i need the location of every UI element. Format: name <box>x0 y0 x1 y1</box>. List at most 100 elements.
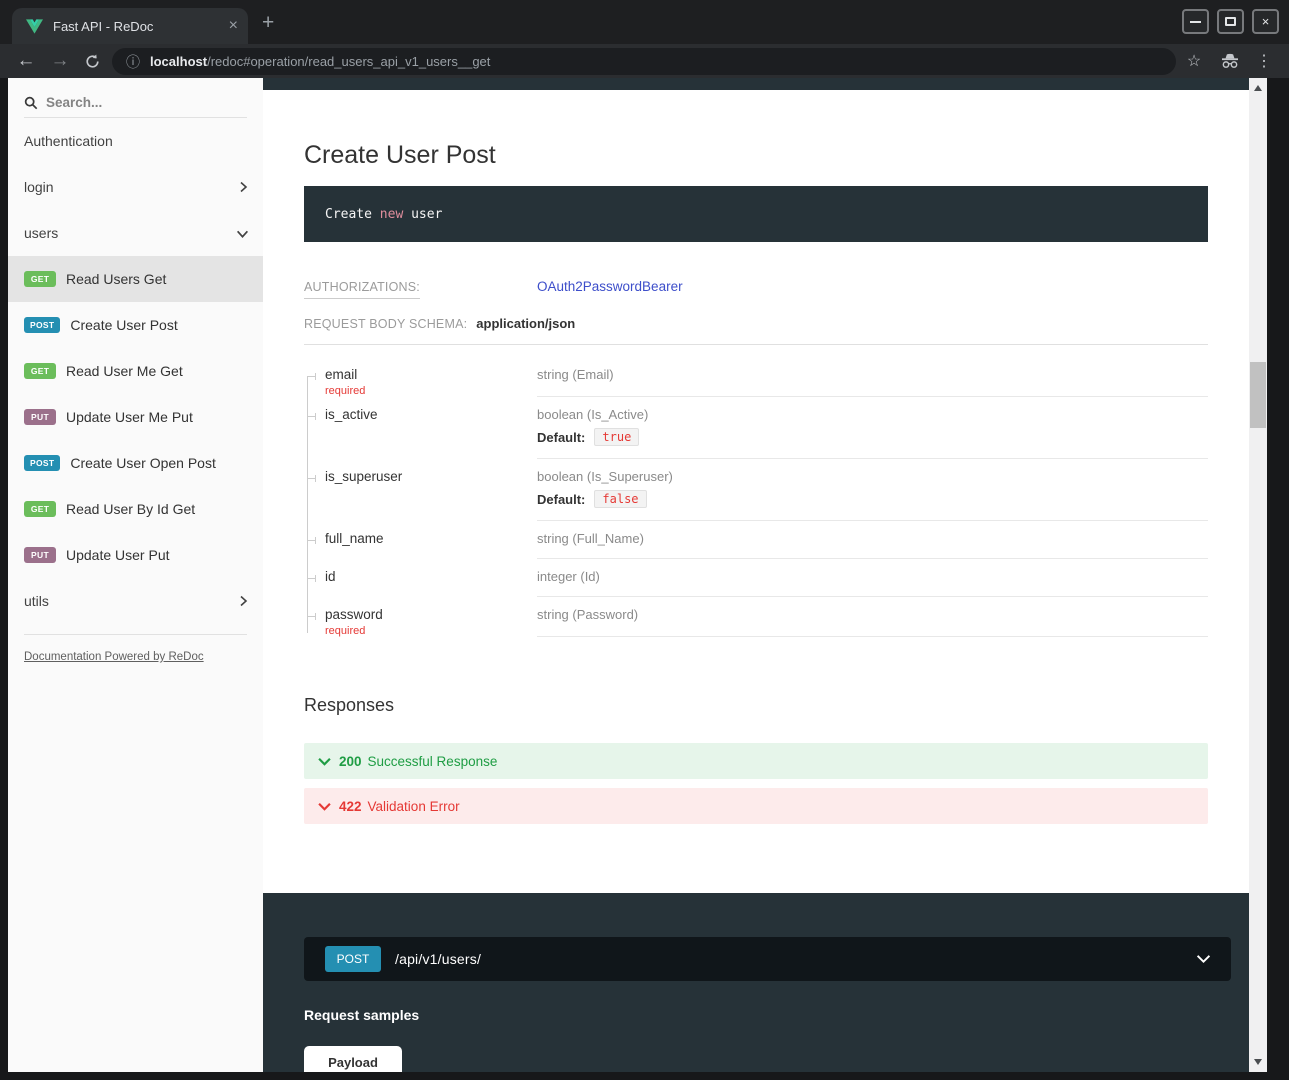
chevron-right-icon <box>237 595 249 607</box>
required-flag: required <box>325 625 537 637</box>
sidebar-item-utils[interactable]: utils <box>8 578 263 624</box>
scrollbar-down-icon[interactable] <box>1254 1059 1262 1065</box>
payload-tab[interactable]: Payload <box>304 1046 402 1072</box>
tab-close-icon[interactable]: × <box>229 18 238 34</box>
close-button[interactable]: × <box>1252 9 1279 34</box>
endpoint-dropdown[interactable]: POST /api/v1/users/ <box>304 937 1231 981</box>
http-method-badge: POST <box>24 317 60 333</box>
request-samples-panel: POST /api/v1/users/ Request samples Payl… <box>263 893 1249 1072</box>
url-path: /redoc#operation/read_users_api_v1_users… <box>207 54 490 69</box>
schema-content-type: application/json <box>476 316 575 331</box>
operation-description-code: Create new user <box>304 186 1208 242</box>
field-type: string (Full_Name) <box>537 531 1208 546</box>
schema-label: REQUEST BODY SCHEMA: <box>304 317 467 331</box>
oauth2-link[interactable]: OAuth2PasswordBearer <box>537 279 683 294</box>
field-row-full-name: full_name string (Full_Name) <box>304 521 1208 559</box>
default-value-chip: false <box>594 490 646 508</box>
default-label: Default: <box>537 430 585 445</box>
response-code: 422 <box>339 799 362 814</box>
field-type: string (Email) <box>537 367 1208 382</box>
authorizations-label: AUTHORIZATIONS: <box>304 280 420 299</box>
schema-fields-table: email required string (Email) is_active … <box>304 357 1208 637</box>
site-info-icon[interactable]: ⓘ <box>126 52 140 72</box>
favicon-vue-icon <box>26 19 43 34</box>
url-host: localhost <box>150 54 207 69</box>
sidebar-item-read-user-me-get[interactable]: GET Read User Me Get <box>8 348 263 394</box>
required-flag: required <box>325 385 537 397</box>
field-type: boolean (Is_Superuser) <box>537 469 1208 484</box>
field-name: email <box>325 367 537 382</box>
request-samples-title: Request samples <box>304 1007 1231 1023</box>
tab-strip: Fast API - ReDoc × + × <box>0 0 1289 44</box>
default-value-chip: true <box>594 428 639 446</box>
search-input[interactable]: Search... <box>24 88 247 118</box>
field-row-is-active: is_active boolean (Is_Active) Default: t… <box>304 397 1208 459</box>
field-name: is_active <box>325 407 537 422</box>
sidebar-item-login[interactable]: login <box>8 164 263 210</box>
response-label: Successful Response <box>368 754 498 769</box>
http-method-badge: PUT <box>24 547 56 563</box>
browser-toolbar: ← → ⓘ localhost/redoc#operation/read_use… <box>0 44 1289 78</box>
page-title: Create User Post <box>304 141 1208 170</box>
http-method-badge: GET <box>24 363 56 379</box>
http-method-badge: PUT <box>24 409 56 425</box>
http-method-badge: GET <box>24 501 56 517</box>
minimize-button[interactable] <box>1182 9 1209 34</box>
sidebar-divider <box>24 634 247 635</box>
chevron-down-icon <box>318 802 331 811</box>
tab-title: Fast API - ReDoc <box>53 19 229 34</box>
response-label: Validation Error <box>368 799 460 814</box>
http-method-badge: POST <box>325 946 381 972</box>
chevron-right-icon <box>237 181 249 193</box>
field-type: boolean (Is_Active) <box>537 407 1208 422</box>
sidebar-item-update-user-me-put[interactable]: PUT Update User Me Put <box>8 394 263 440</box>
field-type: integer (Id) <box>537 569 1208 584</box>
sidebar-item-read-users-get[interactable]: GET Read Users Get <box>8 256 263 302</box>
maximize-button[interactable] <box>1217 9 1244 34</box>
response-200-banner[interactable]: 200 Successful Response <box>304 743 1208 779</box>
field-row-email: email required string (Email) <box>304 357 1208 397</box>
sidebar-item-create-user-open-post[interactable]: POST Create User Open Post <box>8 440 263 486</box>
field-name: password <box>325 607 537 622</box>
field-row-is-superuser: is_superuser boolean (Is_Superuser) Defa… <box>304 459 1208 521</box>
authorizations-row: AUTHORIZATIONS: OAuth2PasswordBearer <box>304 278 1208 296</box>
scrollbar-track[interactable] <box>1249 78 1267 1072</box>
http-method-badge: POST <box>24 455 60 471</box>
chevron-down-icon <box>236 227 249 240</box>
highlighted-token: new <box>380 207 403 222</box>
request-body-schema-row: REQUEST BODY SCHEMA: application/json <box>304 316 1208 345</box>
back-icon[interactable]: ← <box>12 47 40 75</box>
scrollbar-up-icon[interactable] <box>1254 85 1262 91</box>
search-placeholder: Search... <box>46 95 102 110</box>
new-tab-button[interactable]: + <box>262 11 274 35</box>
field-name: id <box>325 569 537 584</box>
sidebar-item-authentication[interactable]: Authentication <box>8 118 263 164</box>
bookmark-star-icon[interactable]: ☆ <box>1180 47 1208 75</box>
sidebar-item-read-user-by-id-get[interactable]: GET Read User By Id Get <box>8 486 263 532</box>
browser-menu-icon[interactable]: ⋮ <box>1250 47 1278 75</box>
reload-icon[interactable] <box>78 47 106 75</box>
scrollbar-thumb[interactable] <box>1250 362 1266 428</box>
field-name: full_name <box>325 531 537 546</box>
field-name: is_superuser <box>325 469 537 484</box>
sidebar-item-users[interactable]: users <box>8 210 263 256</box>
main-content: Create User Post Create new user AUTHORI… <box>263 78 1249 1072</box>
http-method-badge: GET <box>24 271 56 287</box>
chevron-down-icon <box>1196 954 1211 964</box>
sidebar: Search... Authentication login users GET… <box>8 78 263 1072</box>
previous-section-edge <box>263 78 1249 90</box>
responses-heading: Responses <box>304 695 1208 716</box>
redoc-footer-link[interactable]: Documentation Powered by ReDoc <box>24 651 204 663</box>
field-type: string (Password) <box>537 607 1208 622</box>
response-422-banner[interactable]: 422 Validation Error <box>304 788 1208 824</box>
sidebar-item-create-user-post[interactable]: POST Create User Post <box>8 302 263 348</box>
browser-tab[interactable]: Fast API - ReDoc × <box>12 8 248 44</box>
forward-icon[interactable]: → <box>46 47 74 75</box>
incognito-icon <box>1216 47 1244 75</box>
sidebar-item-update-user-put[interactable]: PUT Update User Put <box>8 532 263 578</box>
chevron-down-icon <box>318 757 331 766</box>
endpoint-path: /api/v1/users/ <box>395 951 481 967</box>
url-bar[interactable]: ⓘ localhost/redoc#operation/read_users_a… <box>112 48 1176 75</box>
response-code: 200 <box>339 754 362 769</box>
field-row-password: password required string (Password) <box>304 597 1208 637</box>
